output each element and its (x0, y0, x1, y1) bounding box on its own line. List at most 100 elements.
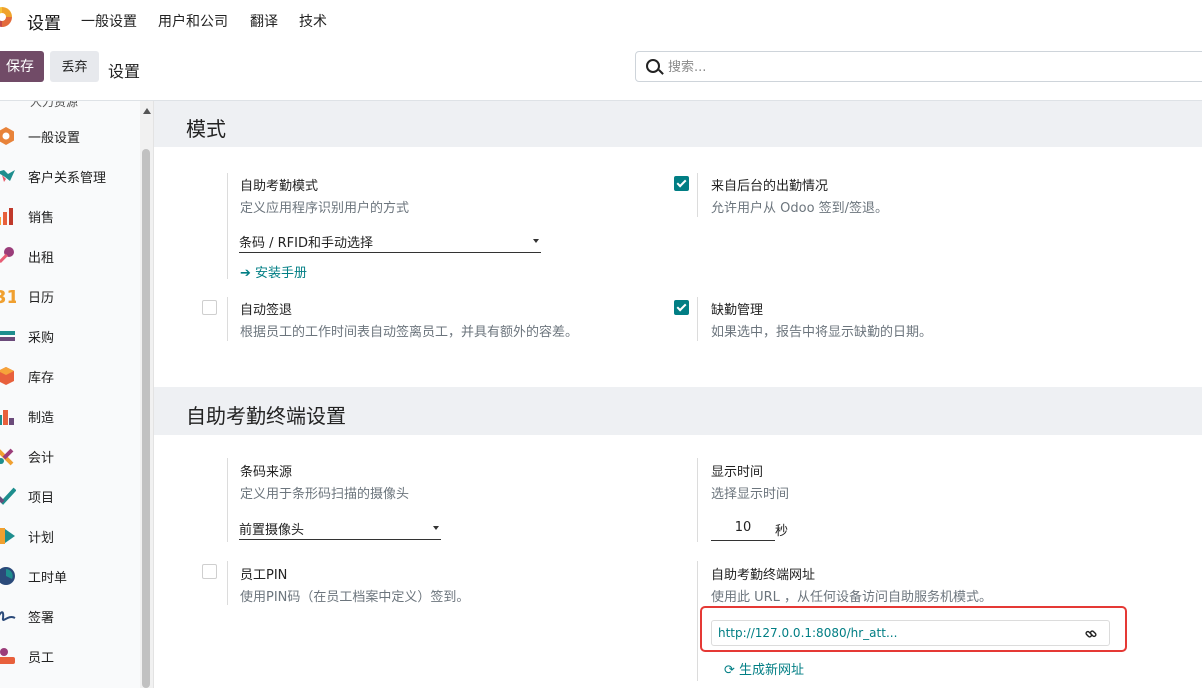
search-bar[interactable] (635, 51, 1202, 82)
sidebar-item-label: 客户关系管理 (28, 171, 107, 186)
timesheet-icon (0, 567, 15, 585)
setting-title: 自助考勤模式 (240, 179, 319, 194)
search-input[interactable] (666, 56, 1190, 78)
calendar-icon: 31 (0, 287, 16, 306)
menu-general-settings[interactable]: 一般设置 (81, 11, 137, 31)
divider (697, 297, 698, 341)
sales-icon (0, 208, 13, 225)
settings-sidebar: 人力资源 一般设置 客户关系管理 销售 出租 31 日历 采购 库存 制造 会计… (0, 101, 154, 688)
sidebar-item-planning[interactable]: 计划 (0, 516, 140, 556)
employees-icon (0, 648, 15, 664)
dropdown-caret-icon (433, 526, 439, 530)
search-icon (646, 59, 660, 73)
control-panel: 保存 丢弃 设置 (0, 38, 1202, 101)
planning-icon (0, 528, 15, 544)
select-value: 前置摄像头 (239, 523, 305, 538)
generate-new-url-link[interactable]: ⟳ 生成新网址 (724, 659, 804, 678)
barcode-source-select[interactable]: 前置摄像头 (239, 519, 441, 540)
sidebar-item-label: 库存 (28, 371, 55, 386)
sidebar-item-label: 制造 (28, 411, 55, 426)
sidebar-item-general-settings[interactable]: 一般设置 (0, 116, 140, 156)
scroll-up-arrow-icon[interactable] (143, 108, 151, 114)
select-value: 条码 / RFID和手动选择 (239, 236, 373, 251)
dropdown-caret-icon (533, 239, 539, 243)
link-label: 安装手册 (255, 266, 308, 281)
discard-button[interactable]: 丢弃 (50, 51, 99, 82)
sign-icon (0, 611, 16, 621)
menu-users-companies[interactable]: 用户和公司 (158, 11, 228, 31)
sidebar-item-label: 销售 (28, 211, 55, 226)
employee-pin-checkbox[interactable] (202, 564, 217, 579)
setting-title: 自助考勤终端网址 (711, 568, 816, 583)
display-time-input[interactable]: 10 (711, 520, 775, 541)
sidebar-item-label: 项目 (28, 491, 55, 506)
setting-desc: 允许用户从 Odoo 签到/签退。 (711, 201, 889, 216)
auto-checkout-checkbox[interactable] (202, 300, 217, 315)
sidebar-item-manufacturing[interactable]: 制造 (0, 396, 140, 436)
setting-title: 条码来源 (240, 465, 293, 480)
sidebar-item-project[interactable]: 项目 (0, 476, 140, 516)
setting-title: 来自后台的出勤情况 (711, 179, 829, 194)
breadcrumb: 设置 (108, 62, 141, 81)
sidebar-item-timesheet[interactable]: 工时单 (0, 556, 140, 596)
app-logo-icon[interactable] (0, 7, 12, 27)
purchase-icon (0, 331, 15, 341)
backend-attendance-checkbox[interactable] (674, 176, 689, 191)
sidebar-cut-item[interactable]: 人力资源 (30, 101, 78, 110)
sidebar-item-calendar[interactable]: 31 日历 (0, 276, 140, 316)
accounting-icon (0, 448, 14, 466)
setting-desc: 使用PIN码（在员工档案中定义）签到。 (240, 590, 470, 605)
sidebar-item-purchase[interactable]: 采购 (0, 316, 140, 356)
sidebar-item-label: 计划 (28, 531, 55, 546)
inventory-icon (0, 367, 14, 385)
manufacturing-icon (0, 410, 14, 425)
sidebar-item-crm[interactable]: 客户关系管理 (0, 156, 140, 196)
sidebar-item-employees[interactable]: 员工 (0, 636, 140, 676)
menu-technical[interactable]: 技术 (299, 11, 327, 31)
kiosk-mode-select[interactable]: 条码 / RFID和手动选择 (239, 232, 541, 253)
scrollbar-thumb[interactable] (142, 149, 150, 688)
divider (227, 561, 228, 605)
rental-icon (0, 247, 14, 263)
app-title[interactable]: 设置 (27, 9, 61, 34)
svg-text:31: 31 (0, 287, 16, 306)
absence-management-checkbox[interactable] (674, 300, 689, 315)
section-title: 模式 (186, 117, 226, 141)
arrow-right-icon: ➔ (240, 266, 256, 281)
project-icon (0, 487, 16, 505)
setting-title: 员工PIN (240, 568, 288, 583)
sidebar-item-label: 一般设置 (28, 131, 81, 146)
sidebar-item-sign[interactable]: 签署 (0, 596, 140, 636)
settings-main: 模式 自助考勤模式 定义应用程序识别用户的方式 条码 / RFID和手动选择 ➔… (154, 101, 1202, 688)
highlight-annotation-frame (700, 606, 1127, 652)
setting-desc: 定义应用程序识别用户的方式 (240, 201, 410, 216)
divider (697, 561, 698, 681)
sidebar-item-sales[interactable]: 销售 (0, 196, 140, 236)
setting-desc: 选择显示时间 (711, 487, 790, 502)
save-button[interactable]: 保存 (0, 51, 44, 82)
sidebar-item-rental[interactable]: 出租 (0, 236, 140, 276)
sidebar-item-accounting[interactable]: 会计 (0, 436, 140, 476)
install-manual-link[interactable]: ➔ 安装手册 (240, 262, 307, 281)
divider (227, 458, 228, 542)
setting-title: 显示时间 (711, 465, 764, 480)
setting-desc: 定义用于条形码扫描的摄像头 (240, 487, 410, 502)
setting-desc: 如果选中，报告中将显示缺勤的日期。 (711, 325, 933, 340)
time-unit-label: 秒 (775, 524, 789, 539)
section-header-modes: 模式 (154, 101, 1202, 147)
top-navbar: 设置 一般设置 用户和公司 翻译 技术 (0, 0, 1202, 38)
sidebar-item-label: 员工 (28, 651, 55, 666)
menu-translations[interactable]: 翻译 (250, 11, 278, 31)
link-label: 生成新网址 (739, 663, 805, 678)
section-title: 自助考勤终端设置 (186, 404, 346, 428)
general-settings-icon (0, 127, 14, 145)
section-header-kiosk: 自助考勤终端设置 (154, 387, 1202, 435)
sidebar-item-label: 出租 (28, 251, 55, 266)
sidebar-item-label: 日历 (28, 291, 55, 306)
divider (227, 297, 228, 341)
sidebar-item-label: 会计 (28, 451, 55, 466)
sidebar-scrollbar[interactable] (140, 101, 153, 688)
divider (227, 173, 228, 279)
sidebar-item-inventory[interactable]: 库存 (0, 356, 140, 396)
crm-icon (0, 170, 15, 182)
